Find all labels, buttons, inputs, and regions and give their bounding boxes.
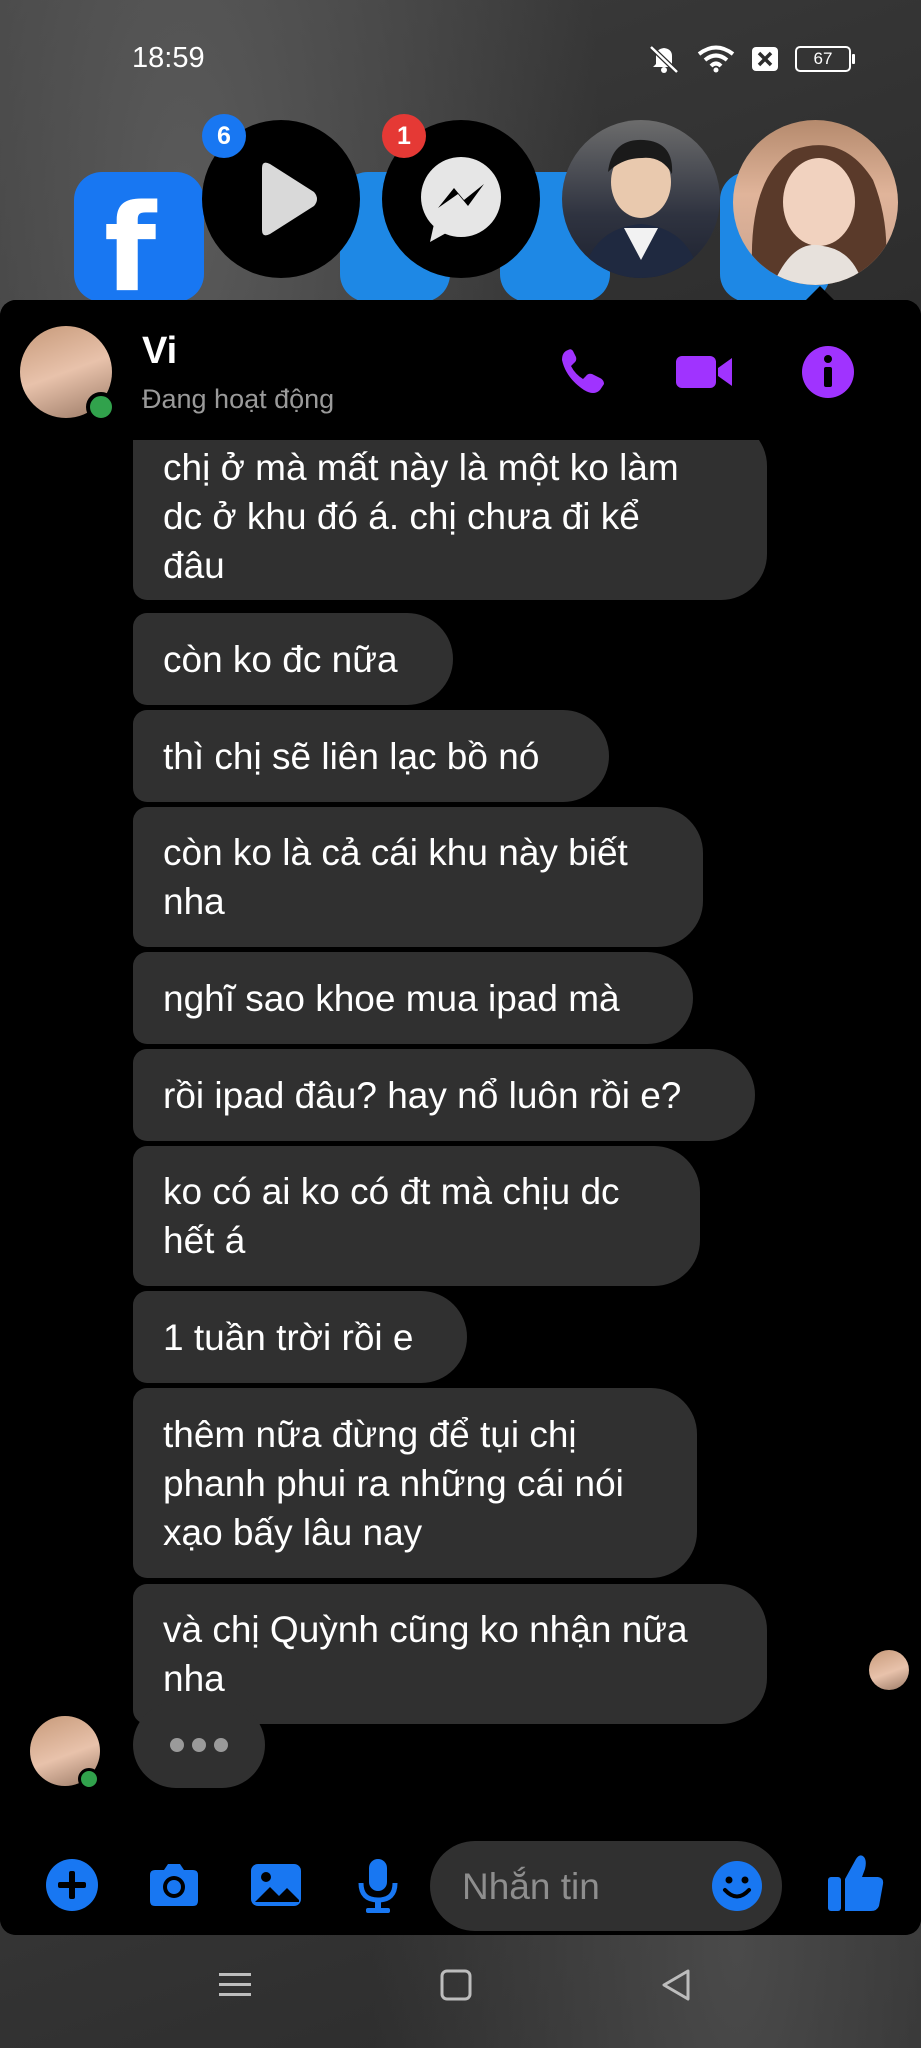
message-input-container (430, 1841, 782, 1931)
microphone-icon[interactable] (348, 1855, 408, 1915)
message-bubble[interactable]: rồi ipad đâu? hay nổ luôn rồi e? (133, 1049, 755, 1141)
like-icon[interactable] (824, 1851, 886, 1915)
video-unread-badge: 6 (202, 114, 246, 158)
message-line: rồi ipad đâu? hay nổ luôn rồi e? (163, 1074, 682, 1116)
typing-indicator (133, 1702, 265, 1788)
message-line: còn ko đc nữa (163, 638, 398, 680)
active-chat-pointer (806, 286, 834, 300)
message-bubble[interactable]: 1 tuần trời rồi e (133, 1291, 467, 1383)
chat-header: Vi Đang hoạt động (0, 300, 921, 440)
chat-panel: Vi Đang hoạt động chị ở mà mất này là mộ… (0, 300, 921, 1935)
plus-icon[interactable] (42, 1855, 102, 1915)
video-call-icon[interactable] (674, 344, 736, 400)
chat-head-vi-avatar[interactable] (733, 120, 898, 285)
message-input[interactable] (460, 1863, 694, 1911)
back-icon[interactable] (656, 1965, 696, 2005)
typing-dot (192, 1738, 206, 1752)
gallery-icon[interactable] (246, 1855, 306, 1915)
camera-icon[interactable] (144, 1855, 204, 1915)
message-line: dc ở khu đó á. chị chưa đi kể (163, 495, 640, 537)
home-icon[interactable] (436, 1965, 476, 2005)
online-indicator (86, 392, 116, 422)
composer (0, 1835, 921, 1935)
active-status: Đang hoạt động (142, 384, 335, 414)
messenger-unread-badge: 1 (382, 114, 426, 158)
message-line: nghĩ sao khoe mua ipad mà (163, 977, 620, 1019)
contact-name[interactable]: Vi (142, 330, 177, 373)
message-line: phanh phui ra những cái nói (163, 1462, 624, 1504)
message-bubble[interactable]: thêm nữa đừng để tụi chị phanh phui ra n… (133, 1388, 697, 1578)
message-bubble[interactable]: nghĩ sao khoe mua ipad mà (133, 952, 693, 1044)
message-line: ko có ai ko có đt mà chịu dc (163, 1171, 620, 1212)
message-line: nha (163, 1658, 225, 1699)
message-bubble[interactable]: chị ở mà mất này là một ko làm dc ở khu … (133, 440, 767, 600)
no-sim-icon (752, 47, 778, 71)
seen-receipt-avatar (869, 1650, 909, 1690)
message-line: 1 tuần trời rồi e (163, 1316, 414, 1358)
message-bubble[interactable]: thì chị sẽ liên lạc bồ nó (133, 710, 609, 802)
status-icons: 67 (647, 44, 855, 74)
person-avatar-icon (751, 145, 887, 285)
online-indicator (78, 1768, 100, 1790)
typing-dot (214, 1738, 228, 1752)
message-line: thì chị sẽ liên lạc bồ nó (163, 735, 540, 777)
message-list[interactable]: chị ở mà mất này là một ko làm dc ở khu … (0, 440, 921, 1835)
message-line: hết á (163, 1220, 246, 1261)
message-line: còn ko là cả cái khu này biết (163, 832, 628, 873)
message-bubble[interactable]: còn ko đc nữa (133, 613, 453, 705)
status-time: 18:59 (132, 42, 205, 74)
recent-apps-icon[interactable] (215, 1965, 255, 2005)
facebook-app-icon: f (74, 172, 204, 319)
message-line: đâu (163, 544, 225, 586)
person-avatar-icon (582, 139, 700, 278)
message-line: nha (163, 881, 225, 922)
info-icon[interactable] (800, 344, 856, 400)
message-bubble[interactable]: ko có ai ko có đt mà chịu dc hết á (133, 1146, 700, 1286)
mute-icon (649, 45, 679, 74)
message-line: xạo bấy lâu nay (163, 1511, 423, 1553)
battery-indicator: 67 (795, 46, 855, 72)
wifi-icon (697, 45, 735, 73)
message-line: và chị Quỳnh cũng ko nhận nữa (163, 1609, 688, 1650)
emoji-icon[interactable] (710, 1859, 764, 1913)
message-line: thêm nữa đừng để tụi chị (163, 1413, 577, 1455)
message-bubble[interactable]: còn ko là cả cái khu này biết nha (133, 807, 703, 947)
typing-dot (170, 1738, 184, 1752)
phone-icon[interactable] (554, 344, 610, 400)
chat-head-contact-avatar[interactable] (562, 120, 720, 278)
message-line: chị ở mà mất này là một ko làm (163, 446, 679, 488)
